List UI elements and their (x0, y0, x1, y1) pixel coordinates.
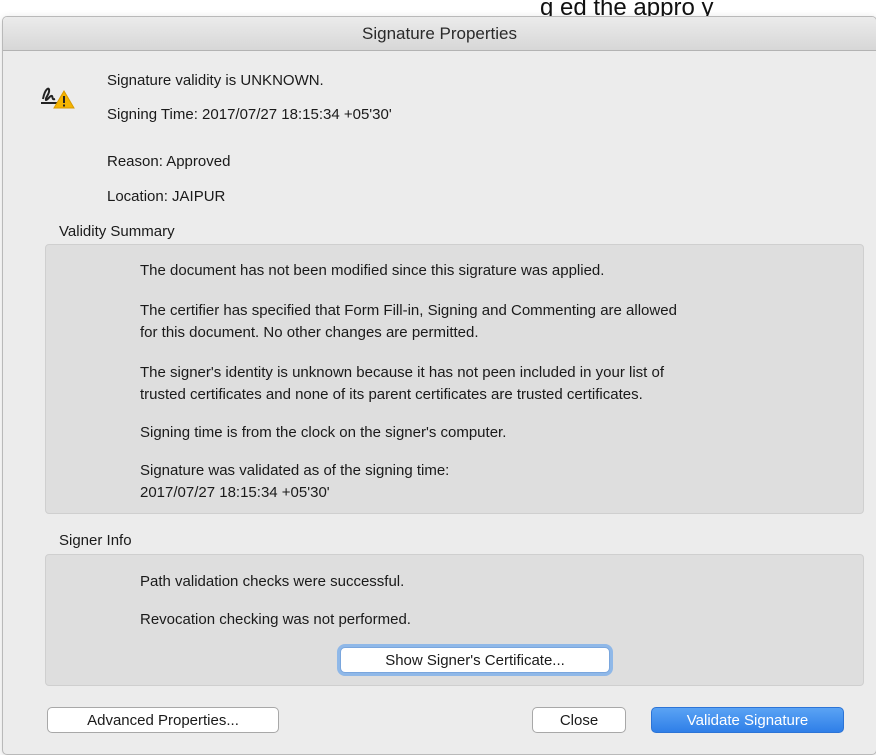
signer-info-label: Signer Info (59, 532, 132, 549)
validity-line-unmodified: The document has not been modified since… (140, 262, 605, 279)
signature-properties-dialog: Signature Properties Signature validity … (2, 16, 876, 755)
validity-line-validated: Signature was validated as of the signin… (140, 462, 450, 479)
signature-warning-icon (41, 87, 75, 109)
signer-line-revocation: Revocation checking was not performed. (140, 611, 411, 628)
signer-line-path-validation: Path validation checks were successful. (140, 573, 405, 590)
validity-line-identity-1: The signer's identity is unknown because… (140, 364, 665, 381)
reason-text: Reason: Approved (107, 153, 231, 170)
validity-line-clock: Signing time is from the clock on the si… (140, 424, 507, 441)
validity-line-certifier-2: for this document. No other changes are … (140, 324, 479, 341)
validity-line-identity-2: trusted certificates and none of its par… (140, 386, 643, 403)
show-signer-certificate-button[interactable]: Show Signer's Certificate... (340, 647, 610, 673)
validity-line-validated-time: 2017/07/27 18:15:34 +05'30' (140, 484, 330, 501)
advanced-properties-button[interactable]: Advanced Properties... (47, 707, 279, 733)
validity-line-certifier-1: The certifier has specified that Form Fi… (140, 302, 677, 319)
dialog-title: Signature Properties (3, 17, 876, 51)
validity-status-text: Signature validity is UNKNOWN. (107, 72, 324, 89)
validity-summary-label: Validity Summary (59, 223, 175, 240)
close-button[interactable]: Close (532, 707, 626, 733)
signing-time-text: Signing Time: 2017/07/27 18:15:34 +05'30… (107, 106, 392, 123)
location-text: Location: JAIPUR (107, 188, 226, 205)
validate-signature-button[interactable]: Validate Signature (651, 707, 844, 733)
